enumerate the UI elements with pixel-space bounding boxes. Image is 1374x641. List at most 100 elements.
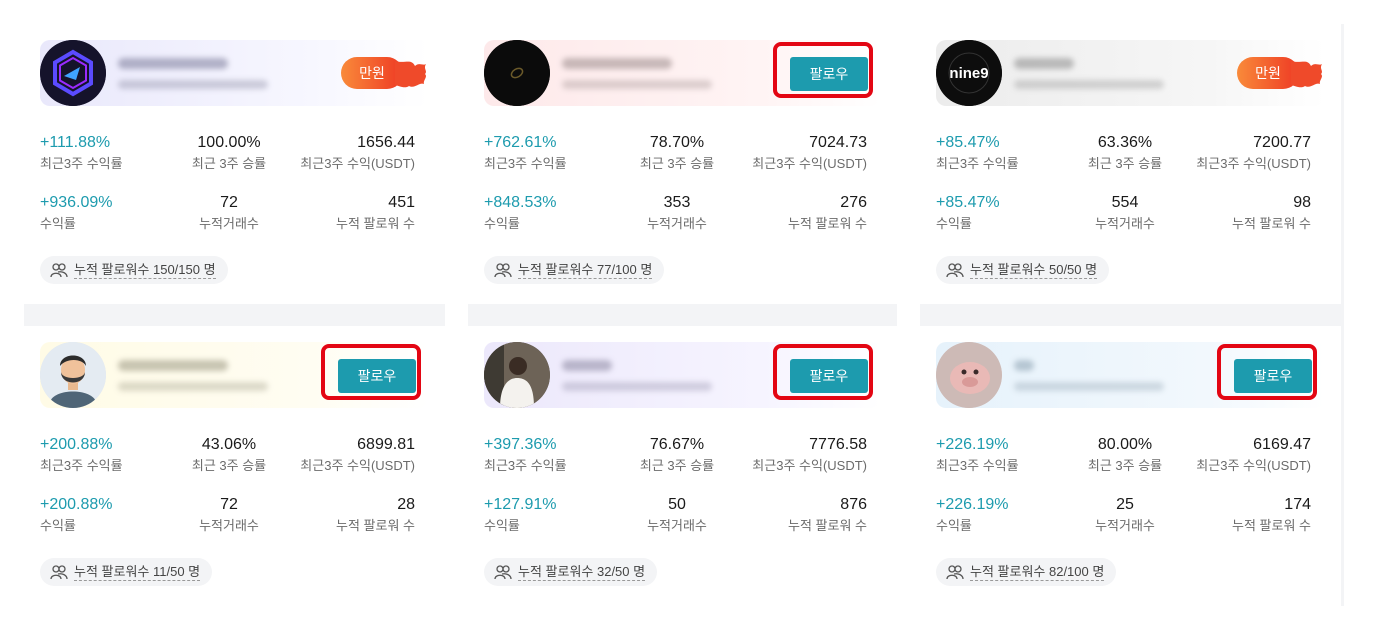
trader-name-blurred [562, 58, 672, 69]
flame-icon [1291, 61, 1322, 88]
follower-count-text: 누적 팔로워수 11/50 명 [74, 563, 201, 581]
follower-count-chip[interactable]: 누적 팔로워수 11/50 명 [40, 558, 213, 586]
follower-count-text: 누적 팔로워수 77/100 명 [518, 261, 653, 279]
stat-total-return: +226.19% 수익률 [936, 496, 1009, 533]
stat-recent-winrate: 80.00% 최근 3주 승률 [1087, 436, 1163, 473]
people-icon [494, 263, 512, 278]
stat-recent-winrate: 76.67% 최근 3주 승률 [639, 436, 715, 473]
stat-total-followers: 451 누적 팔로워 수 [336, 194, 415, 231]
follow-button[interactable]: 팔로우 [790, 359, 868, 393]
stat-total-trades: 50 누적거래수 [647, 496, 707, 533]
stat-recent-winrate: 100.00% 최근 3주 승률 [191, 134, 267, 171]
trader-avatar[interactable] [484, 40, 550, 106]
follow-highlight-box: 팔로우 [321, 344, 421, 400]
gutter [897, 0, 920, 641]
follow-button[interactable]: 팔로우 [338, 359, 416, 393]
hexagon-logo-icon [40, 40, 106, 106]
trader-avatar[interactable]: nine9 [936, 40, 1002, 106]
trader-card[interactable]: 팔로우 +200.88% 최근3주 수익률 43.06% 최근 3주 승률 6899… [24, 326, 445, 606]
follower-count-chip[interactable]: 누적 팔로워수 32/50 명 [484, 558, 658, 586]
trader-card[interactable]: 팔로우 +397.36% 최근3주 수익률 76.67% 최근 3주 승률 7776… [468, 326, 897, 606]
bearded-man-avatar-icon [40, 342, 106, 408]
trader-avatar[interactable] [40, 40, 106, 106]
stat-total-followers: 28 누적 팔로워 수 [336, 496, 415, 533]
follower-count-chip[interactable]: 누적 팔로워수 82/100 명 [936, 558, 1117, 586]
trader-card[interactable]: 팔로우 +226.19% 최근3주 수익률 80.00% 최근 3주 승률 6169… [920, 326, 1341, 606]
gutter [445, 0, 468, 641]
stat-total-followers: 98 누적 팔로워 수 [1232, 194, 1311, 231]
blobfish-avatar-icon [936, 342, 1002, 408]
stat-recent-winrate: 63.36% 최근 3주 승률 [1087, 134, 1163, 171]
stat-total-followers: 876 누적 팔로워 수 [788, 496, 867, 533]
trader-description-blurred [118, 382, 268, 391]
people-icon [50, 565, 68, 580]
trader-name-blurred [562, 360, 612, 371]
svg-text:nine9: nine9 [949, 65, 988, 82]
stat-total-trades: 72 누적거래수 [199, 496, 259, 533]
stat-total-trades: 353 누적거래수 [647, 194, 707, 231]
trader-name-blurred [118, 360, 228, 371]
stat-recent-return: +762.61% 최근3주 수익률 [484, 134, 567, 171]
people-icon [50, 263, 68, 278]
trader-description-blurred [1014, 80, 1164, 89]
dark-logo-icon [484, 40, 550, 106]
card-header: nine9 만원 [936, 40, 1325, 106]
stat-recent-return: +226.19% 최근3주 수익률 [936, 436, 1019, 473]
card-header: 팔로우 [484, 342, 881, 408]
trader-description-blurred [1014, 382, 1164, 391]
man-photo-avatar-icon [484, 342, 550, 408]
follower-count-chip[interactable]: 누적 팔로워수 50/50 명 [936, 256, 1110, 284]
flame-icon [395, 61, 426, 88]
follow-highlight-box: 팔로우 [773, 344, 873, 400]
stat-total-return: +85.47% 수익률 [936, 194, 1000, 231]
trader-avatar[interactable] [484, 342, 550, 408]
stat-total-followers: 174 누적 팔로워 수 [1232, 496, 1311, 533]
trader-name-blurred [118, 58, 228, 69]
nine9-logo-icon: nine9 [936, 40, 1002, 106]
stat-total-trades: 554 누적거래수 [1095, 194, 1155, 231]
trader-description-blurred [562, 382, 712, 391]
stat-recent-return: +200.88% 최근3주 수익률 [40, 436, 123, 473]
follower-count-text: 누적 팔로워수 50/50 명 [970, 261, 1098, 279]
stat-recent-profit: 1656.44 최근3주 수익(USDT) [300, 134, 415, 171]
trader-avatar[interactable] [40, 342, 106, 408]
stat-recent-profit: 7024.73 최근3주 수익(USDT) [752, 134, 867, 171]
stat-total-return: +127.91% 수익률 [484, 496, 557, 533]
trader-description-blurred [562, 80, 712, 89]
stat-total-followers: 276 누적 팔로워 수 [788, 194, 867, 231]
stat-recent-profit: 7776.58 최근3주 수익(USDT) [752, 436, 867, 473]
stat-recent-winrate: 78.70% 최근 3주 승률 [639, 134, 715, 171]
follow-highlight-box: 팔로우 [1217, 344, 1317, 400]
card-header: 만원 [40, 40, 429, 106]
trader-name-blurred [1014, 360, 1034, 371]
stat-total-return: +936.09% 수익률 [40, 194, 113, 231]
trader-card[interactable]: 팔로우 +762.61% 최근3주 수익률 78.70% 최근 3주 승률 7024… [468, 24, 897, 304]
follower-count-chip[interactable]: 누적 팔로워수 77/100 명 [484, 256, 665, 284]
follower-count-chip[interactable]: 누적 팔로워수 150/150 명 [40, 256, 228, 284]
stat-recent-profit: 7200.77 최근3주 수익(USDT) [1196, 134, 1311, 171]
stat-total-trades: 72 누적거래수 [199, 194, 259, 231]
stat-total-return: +200.88% 수익률 [40, 496, 113, 533]
follow-button[interactable]: 팔로우 [1234, 359, 1312, 393]
hot-badge: 만원 [1237, 56, 1325, 90]
trader-card[interactable]: nine9 만원 +85.47% 최근3주 수익률 63.36% 최근 3주 승률 … [920, 24, 1341, 304]
trader-avatar[interactable] [936, 342, 1002, 408]
people-icon [494, 565, 512, 580]
stat-recent-return: +85.47% 최근3주 수익률 [936, 134, 1019, 171]
follow-button[interactable]: 팔로우 [790, 57, 868, 91]
card-header: 팔로우 [484, 40, 881, 106]
trader-card[interactable]: 만원 +111.88% 최근3주 수익률 100.00% 최근 3주 승률 1656… [24, 24, 445, 304]
stat-recent-return: +397.36% 최근3주 수익률 [484, 436, 567, 473]
stat-total-return: +848.53% 수익률 [484, 194, 557, 231]
card-header: 팔로우 [936, 342, 1325, 408]
stat-recent-winrate: 43.06% 최근 3주 승률 [191, 436, 267, 473]
people-icon [946, 263, 964, 278]
hot-badge: 만원 [341, 56, 429, 90]
follower-count-text: 누적 팔로워수 150/150 명 [74, 261, 216, 279]
trader-description-blurred [118, 80, 268, 89]
trader-name-blurred [1014, 58, 1074, 69]
follower-count-text: 누적 팔로워수 32/50 명 [518, 563, 646, 581]
stat-recent-return: +111.88% 최근3주 수익률 [40, 134, 123, 171]
people-icon [946, 565, 964, 580]
card-header: 팔로우 [40, 342, 429, 408]
